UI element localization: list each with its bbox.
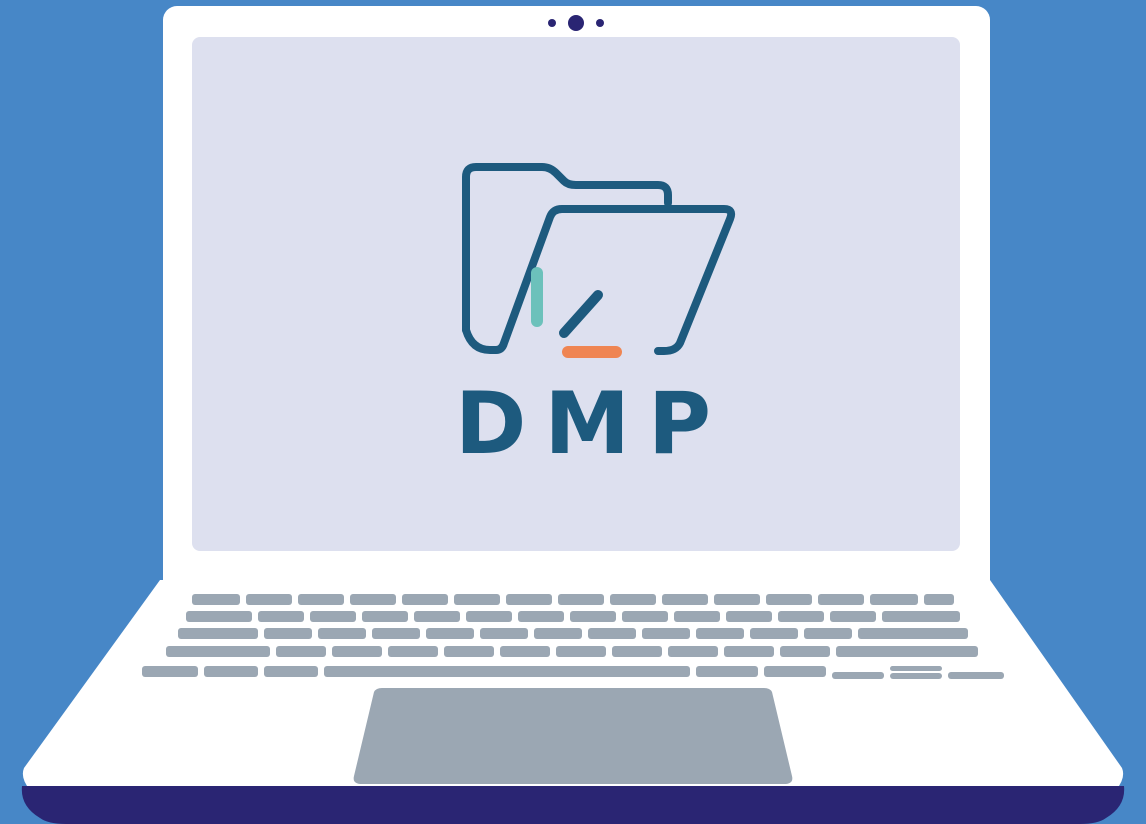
keyboard-key[interactable] — [668, 646, 718, 657]
keyboard-key[interactable] — [388, 646, 438, 657]
keyboard-key[interactable] — [724, 646, 774, 657]
folder-with-checkmark-icon — [462, 163, 736, 358]
keyboard-key[interactable] — [622, 611, 668, 622]
keyboard-key[interactable] — [166, 646, 270, 657]
keyboard-key[interactable] — [662, 594, 708, 605]
keyboard-key[interactable] — [264, 628, 312, 639]
keyboard-key[interactable] — [466, 611, 512, 622]
keyboard-key[interactable] — [192, 594, 240, 605]
keyboard-key[interactable] — [506, 594, 552, 605]
keyboard-key[interactable] — [750, 628, 798, 639]
webcam-icon — [548, 15, 604, 31]
keyboard-key[interactable] — [818, 594, 864, 605]
keyboard-key[interactable] — [558, 594, 604, 605]
keyboard-key[interactable] — [714, 594, 760, 605]
keyboard-key[interactable] — [870, 594, 918, 605]
keyboard-key[interactable] — [276, 646, 326, 657]
keyboard-key[interactable] — [780, 646, 830, 657]
keyboard-key[interactable] — [836, 646, 978, 657]
arrow-up-key[interactable] — [890, 666, 942, 671]
keyboard-key[interactable] — [674, 611, 720, 622]
keyboard-key[interactable] — [186, 611, 252, 622]
keyboard-key[interactable] — [882, 611, 960, 622]
keyboard-key[interactable] — [350, 594, 396, 605]
keyboard-key[interactable] — [556, 646, 606, 657]
keyboard-key[interactable] — [318, 628, 366, 639]
keyboard-key[interactable] — [858, 628, 968, 639]
keyboard-key[interactable] — [924, 594, 954, 605]
arrow-left-key[interactable] — [832, 672, 884, 679]
laptop-lid: DMP — [163, 6, 990, 586]
keyboard-key[interactable] — [696, 628, 744, 639]
keyboard-key[interactable] — [534, 628, 582, 639]
touchpad[interactable] — [352, 688, 794, 784]
keyboard-key[interactable] — [264, 666, 318, 677]
keyboard-key[interactable] — [726, 611, 772, 622]
keyboard-key[interactable] — [246, 594, 292, 605]
keyboard-key[interactable] — [778, 611, 824, 622]
logo-wordmark: DMP — [455, 374, 729, 463]
keyboard-key[interactable] — [764, 666, 826, 677]
keyboard-key[interactable] — [310, 611, 356, 622]
logo-text: DMP — [455, 374, 729, 463]
laptop-base — [0, 580, 1146, 824]
keyboard-key[interactable] — [444, 646, 494, 657]
keyboard-key[interactable] — [298, 594, 344, 605]
keyboard-key[interactable] — [610, 594, 656, 605]
keyboard-key[interactable] — [766, 594, 812, 605]
keyboard-key[interactable] — [426, 628, 474, 639]
keyboard-key[interactable] — [142, 666, 198, 677]
keyboard-key[interactable] — [204, 666, 258, 677]
keyboard-key[interactable] — [362, 611, 408, 622]
arrow-right-key[interactable] — [948, 672, 1004, 679]
dmp-logo: DMP — [432, 155, 752, 467]
keyboard-key[interactable] — [178, 628, 258, 639]
keyboard-key[interactable] — [500, 646, 550, 657]
keyboard-key[interactable] — [588, 628, 636, 639]
keyboard-key[interactable] — [518, 611, 564, 622]
keyboard-key[interactable] — [696, 666, 758, 677]
keyboard-key[interactable] — [454, 594, 500, 605]
keyboard-key[interactable] — [414, 611, 460, 622]
keyboard-key[interactable] — [372, 628, 420, 639]
keyboard-key[interactable] — [804, 628, 852, 639]
keyboard-key[interactable] — [332, 646, 382, 657]
space-bar[interactable] — [324, 666, 690, 677]
keyboard-key[interactable] — [642, 628, 690, 639]
keyboard-key[interactable] — [480, 628, 528, 639]
scene: { "logo": { "text": "DMP", "colors": { "… — [0, 0, 1146, 824]
arrow-down-key[interactable] — [890, 673, 942, 679]
keyboard-key[interactable] — [258, 611, 304, 622]
keyboard-key[interactable] — [570, 611, 616, 622]
laptop-screen: DMP — [192, 37, 960, 551]
keyboard-key[interactable] — [830, 611, 876, 622]
keyboard-key[interactable] — [402, 594, 448, 605]
keyboard-key[interactable] — [612, 646, 662, 657]
